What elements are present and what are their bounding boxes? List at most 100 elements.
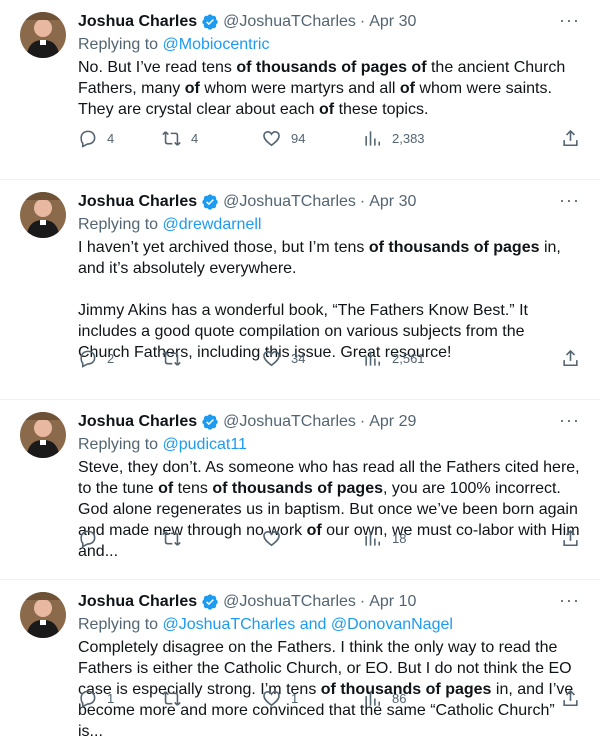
reply-button[interactable]: 4	[78, 129, 114, 148]
mention-link[interactable]: @pudicat11	[163, 436, 247, 453]
avatar[interactable]	[20, 412, 66, 458]
tweet[interactable]: Joshua Charles @JoshuaTCharles · Apr 29 …	[0, 400, 600, 580]
tweet-content: Joshua Charles @JoshuaTCharles · Apr 30 …	[78, 190, 580, 363]
verified-badge-icon[interactable]	[201, 413, 219, 431]
separator-dot: ·	[359, 413, 366, 430]
share-button[interactable]	[561, 129, 580, 148]
like-button[interactable]: 94	[262, 129, 305, 148]
bold-text-segment: of thousands of pages	[212, 480, 383, 497]
reply-icon	[80, 690, 96, 708]
text-segment: these topics.	[334, 101, 429, 118]
bold-text-segment: of thousands of pages of	[236, 59, 427, 76]
tweet[interactable]: Joshua Charles @JoshuaTCharles · Apr 30 …	[0, 0, 600, 180]
views-count: 18	[392, 530, 407, 546]
views-button[interactable]: 18	[363, 529, 406, 548]
avatar[interactable]	[20, 12, 66, 58]
more-options-icon[interactable]: ···	[559, 590, 580, 611]
views-count: 86	[392, 690, 407, 706]
tweet-header: Joshua Charles @JoshuaTCharles · Apr 30	[78, 190, 580, 214]
views-chart-icon	[365, 350, 381, 366]
avatar-image	[20, 12, 66, 58]
text-segment: tens	[173, 480, 213, 497]
views-button[interactable]: 2,561	[363, 349, 425, 368]
tweet-content: Joshua Charles @JoshuaTCharles · Apr 30 …	[78, 10, 580, 120]
share-button[interactable]	[561, 529, 580, 548]
tweet[interactable]: Joshua Charles @JoshuaTCharles · Apr 30 …	[0, 180, 600, 400]
author-name[interactable]: Joshua Charles	[78, 193, 197, 211]
tweet[interactable]: Joshua Charles @JoshuaTCharles · Apr 10 …	[0, 580, 600, 740]
tweet-date[interactable]: Apr 30	[369, 193, 416, 211]
like-button[interactable]: 1	[262, 689, 298, 708]
more-options-icon[interactable]: ···	[559, 410, 580, 431]
author-handle[interactable]: @JoshuaTCharles	[223, 193, 356, 211]
share-icon	[563, 129, 578, 146]
views-button[interactable]: 2,383	[363, 129, 425, 148]
replying-to: Replying to @JoshuaTCharles and @Donovan…	[78, 614, 580, 636]
like-count: 94	[291, 130, 306, 146]
tweet-text: Steve, they don’t. As someone who has re…	[78, 457, 580, 562]
text-segment: I haven’t yet archived those, but I’m te…	[78, 239, 369, 256]
retweet-button[interactable]	[162, 529, 191, 548]
reply-button[interactable]	[78, 529, 107, 548]
more-options-icon[interactable]: ···	[559, 10, 580, 31]
reply-count: 2	[107, 350, 115, 366]
mention-link[interactable]: @Mobiocentric	[163, 36, 270, 53]
share-button[interactable]	[561, 349, 580, 368]
author-name[interactable]: Joshua Charles	[78, 413, 197, 431]
retweet-button[interactable]	[162, 349, 191, 368]
retweet-button[interactable]: 4	[162, 129, 198, 148]
retweet-button[interactable]	[162, 689, 191, 708]
heart-icon	[263, 350, 280, 366]
like-button[interactable]	[262, 529, 291, 548]
separator-dot: ·	[359, 13, 366, 30]
author-handle[interactable]: @JoshuaTCharles	[223, 413, 356, 431]
reply-button[interactable]: 2	[78, 349, 114, 368]
bold-text-segment: of thousands of pages	[368, 239, 540, 256]
more-options-icon[interactable]: ···	[559, 190, 580, 211]
tweet-text: I haven’t yet archived those, but I’m te…	[78, 237, 580, 363]
tweet-text: Completely disagree on the Fathers. I th…	[78, 637, 580, 742]
tweet-date[interactable]: Apr 30	[369, 13, 416, 31]
replying-label: Replying to	[78, 436, 159, 453]
avatar[interactable]	[20, 192, 66, 238]
mention-link[interactable]: @drewdarnell	[163, 216, 262, 233]
views-chart-icon	[365, 130, 381, 146]
views-button[interactable]: 86	[363, 689, 406, 708]
tweet-date[interactable]: Apr 29	[369, 413, 416, 431]
author-handle[interactable]: @JoshuaTCharles	[223, 13, 356, 31]
verified-badge-icon[interactable]	[201, 593, 219, 611]
bold-text-segment: of	[319, 101, 335, 118]
author-name[interactable]: Joshua Charles	[78, 593, 197, 611]
tweet-text: No. But I’ve read tens of thousands of p…	[78, 57, 580, 120]
text-segment: No. But I’ve read tens	[78, 59, 237, 76]
avatar[interactable]	[20, 592, 66, 638]
bold-text-segment: of	[184, 80, 200, 97]
like-button[interactable]: 34	[262, 349, 305, 368]
share-icon	[563, 349, 578, 366]
reply-icon	[80, 530, 96, 548]
reply-button[interactable]: 1	[78, 689, 114, 708]
verified-badge-icon[interactable]	[201, 13, 219, 31]
views-chart-icon	[365, 690, 381, 706]
bold-text-segment: of	[399, 80, 415, 97]
share-button[interactable]	[561, 689, 580, 708]
verified-badge-icon[interactable]	[201, 193, 219, 211]
like-count: 1	[291, 690, 299, 706]
views-chart-icon	[365, 530, 381, 546]
retweet-icon	[162, 530, 181, 546]
avatar-image	[20, 192, 66, 238]
reply-count: 1	[107, 690, 115, 706]
tweet-content: Joshua Charles @JoshuaTCharles · Apr 10 …	[78, 590, 580, 742]
share-icon	[563, 689, 578, 706]
retweet-icon	[162, 690, 181, 706]
author-handle[interactable]: @JoshuaTCharles	[223, 593, 356, 611]
replying-label: Replying to	[78, 616, 159, 633]
tweet-date[interactable]: Apr 10	[369, 593, 416, 611]
mention-link[interactable]: @JoshuaTCharles and @DonovanNagel	[163, 616, 453, 633]
author-name[interactable]: Joshua Charles	[78, 13, 197, 31]
avatar-image	[20, 592, 66, 638]
replying-to: Replying to @Mobiocentric	[78, 34, 580, 56]
retweet-icon	[162, 130, 181, 146]
reply-count: 4	[107, 130, 115, 146]
heart-icon	[263, 130, 280, 146]
